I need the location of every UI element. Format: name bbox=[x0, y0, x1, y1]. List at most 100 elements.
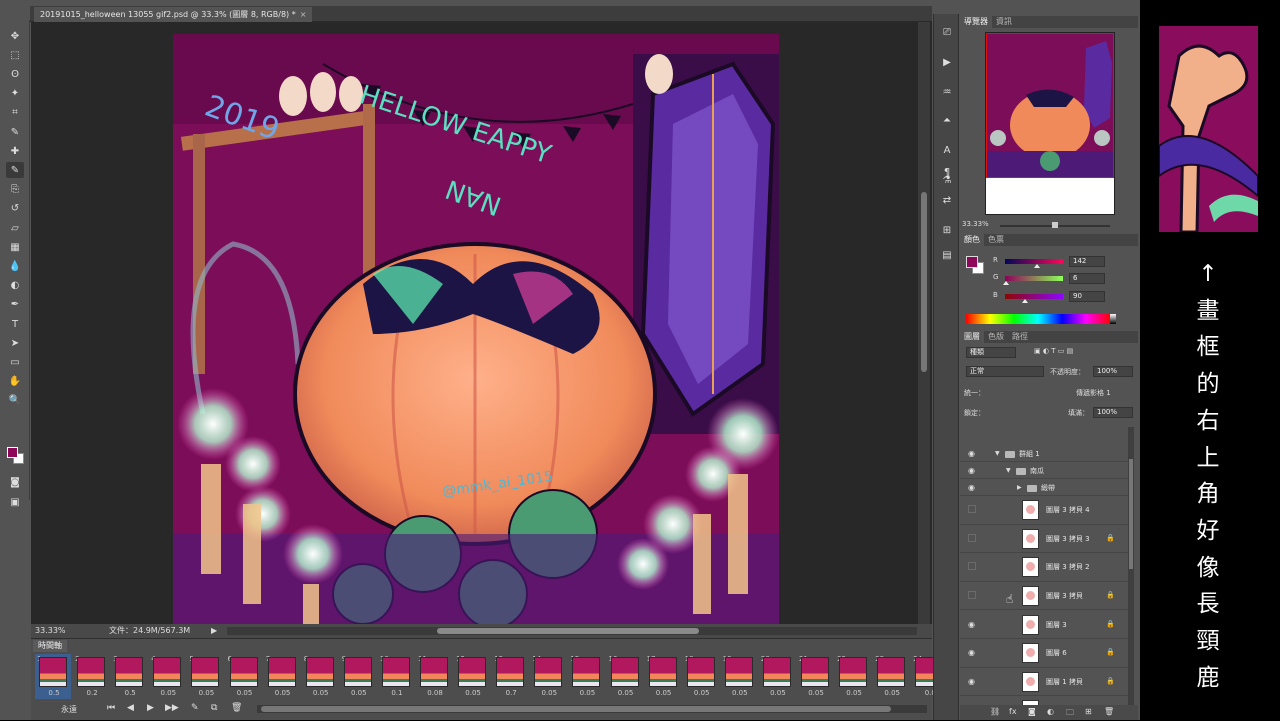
blue-slider[interactable]: B 90 bbox=[993, 291, 1133, 303]
frame-delay[interactable]: 0.05 bbox=[761, 689, 795, 697]
zoom-level[interactable]: 33.33% bbox=[35, 624, 66, 638]
layer-row[interactable]: 圖層 3 拷貝 🔒 bbox=[960, 582, 1132, 611]
spot-heal-icon[interactable]: ✚ bbox=[6, 143, 24, 159]
tab-info[interactable]: 資訊 bbox=[992, 16, 1016, 28]
stamp-icon[interactable]: ⎘ bbox=[6, 182, 24, 198]
fill-input[interactable]: 100% bbox=[1093, 407, 1133, 418]
layer-row[interactable]: 圖層 3 拷貝 2 bbox=[960, 553, 1132, 582]
frame-delay[interactable]: 0.05 bbox=[532, 689, 566, 697]
brush-presets-icon[interactable]: ⇄ bbox=[939, 194, 955, 208]
frame-delay[interactable]: 0.05 bbox=[304, 689, 338, 697]
animation-frame[interactable]: 130.7 bbox=[492, 654, 528, 699]
visibility-eye-icon[interactable]: ◉ bbox=[968, 620, 975, 629]
delete-frame-icon[interactable]: 🗑 bbox=[231, 703, 242, 713]
blend-mode-select[interactable]: 正常 bbox=[966, 366, 1044, 377]
tab-layers[interactable]: 圖層 bbox=[960, 331, 984, 343]
dodge-icon[interactable]: ◐ bbox=[6, 278, 24, 294]
frame-delay[interactable]: 0.05 bbox=[609, 689, 643, 697]
scroll-thumb[interactable] bbox=[437, 628, 699, 634]
add-mask-icon[interactable]: ◙ bbox=[1028, 707, 1036, 716]
frame-delay[interactable]: 0.5 bbox=[37, 689, 71, 697]
frame-delay[interactable]: 0.1 bbox=[380, 689, 414, 697]
visibility-toggle[interactable] bbox=[968, 533, 976, 542]
animation-frame[interactable]: 170.05 bbox=[645, 654, 681, 699]
layer-name[interactable]: 圖層 3 bbox=[1046, 620, 1067, 630]
animation-frame[interactable]: 210.05 bbox=[797, 654, 833, 699]
blue-value[interactable]: 90 bbox=[1069, 291, 1105, 302]
frame-delay[interactable]: 0.08 bbox=[418, 689, 452, 697]
visibility-toggle[interactable] bbox=[968, 505, 976, 514]
layer-name[interactable]: 緞帶 bbox=[1041, 483, 1055, 493]
visibility-toggle[interactable] bbox=[968, 562, 976, 571]
layer-row[interactable]: ◉ 圖層 3 🔒 bbox=[960, 610, 1132, 639]
foreground-color-swatch[interactable] bbox=[7, 447, 18, 458]
navigator-view-box[interactable] bbox=[986, 33, 1114, 178]
new-group-icon[interactable]: 🗀 bbox=[1066, 707, 1074, 721]
animation-frame[interactable]: 160.05 bbox=[607, 654, 643, 699]
blur-icon[interactable]: 💧 bbox=[6, 258, 24, 274]
navigator-zoom[interactable]: 33.33% bbox=[962, 220, 989, 228]
frame-delay[interactable]: 0.05 bbox=[685, 689, 719, 697]
green-knob[interactable] bbox=[1003, 281, 1010, 285]
visibility-eye-icon[interactable]: ◉ bbox=[968, 466, 975, 475]
animation-frame[interactable]: 50.05 bbox=[187, 654, 223, 699]
duplicate-frame-icon[interactable]: ⧉ bbox=[211, 703, 217, 713]
animation-frame[interactable]: 180.05 bbox=[683, 654, 719, 699]
layer-row[interactable]: ◉ 圖層 1 拷貝 🔒 bbox=[960, 668, 1132, 697]
levels-icon[interactable]: ⏶ bbox=[939, 114, 955, 128]
layer-name[interactable]: 圖層 3 拷貝 bbox=[1046, 591, 1083, 601]
frame-delay[interactable]: 0.05 bbox=[647, 689, 681, 697]
canvas-area[interactable]: HELLOW EAPPY NAN 2019 @mmk_ai_1015 bbox=[31, 22, 932, 624]
layer-group-row[interactable]: ◉ ▼ 南瓜 bbox=[960, 462, 1132, 479]
animation-frame[interactable]: 230.05 bbox=[873, 654, 909, 699]
animation-frame[interactable]: 190.05 bbox=[721, 654, 757, 699]
layer-group-row[interactable]: ◉ ▼ 群組 1 bbox=[960, 445, 1132, 462]
animation-frame[interactable]: 30.5 bbox=[111, 654, 147, 699]
frame-delay[interactable]: 0.05 bbox=[837, 689, 871, 697]
adjust-icon[interactable]: ♒ bbox=[939, 86, 955, 100]
layer-comps-icon[interactable]: ▤ bbox=[939, 249, 955, 263]
layer-name[interactable]: 圖層 3 拷貝 3 bbox=[1046, 534, 1090, 544]
frame-delay[interactable]: 0.05 bbox=[266, 689, 300, 697]
animation-frame[interactable]: 60.05 bbox=[226, 654, 262, 699]
visibility-eye-icon[interactable]: ◉ bbox=[968, 449, 975, 458]
layer-filter-select[interactable]: 種類 bbox=[966, 347, 1016, 358]
history-panel-icon[interactable]: ⎚ bbox=[939, 26, 955, 40]
gradient-icon[interactable]: ▦ bbox=[6, 239, 24, 255]
opacity-input[interactable]: 100% bbox=[1093, 366, 1133, 377]
layer-name[interactable]: 圖層 1 拷貝 bbox=[1046, 677, 1083, 687]
animation-frame[interactable]: 200.05 bbox=[759, 654, 795, 699]
layer-row[interactable]: 圖層 3 拷貝 4 bbox=[960, 496, 1132, 525]
canvas-vertical-scrollbar[interactable] bbox=[918, 22, 930, 624]
character-icon[interactable]: A bbox=[939, 144, 955, 158]
animation-frame[interactable]: 150.05 bbox=[568, 654, 604, 699]
animation-frame[interactable]: 70.05 bbox=[264, 654, 300, 699]
next-frame-icon[interactable]: ▶▶ bbox=[165, 703, 179, 713]
shape-icon[interactable]: ▭ bbox=[6, 354, 24, 370]
animation-frame[interactable]: 140.05 bbox=[530, 654, 566, 699]
frame-delay[interactable]: 0.5 bbox=[113, 689, 147, 697]
screen-mode-icon[interactable]: ▣ bbox=[6, 494, 24, 510]
tab-timeline[interactable]: 時間軸 bbox=[33, 640, 67, 652]
document-tab[interactable]: 20191015_helloween 13055 gif2.psd @ 33.3… bbox=[34, 7, 313, 22]
hand-icon[interactable]: ✋ bbox=[6, 374, 24, 390]
adjustment-layer-icon[interactable]: ◐ bbox=[1047, 707, 1054, 716]
link-layers-icon[interactable]: ⛓ bbox=[990, 707, 1000, 716]
visibility-eye-icon[interactable]: ◉ bbox=[968, 483, 975, 492]
bw-ramp[interactable] bbox=[1110, 314, 1116, 324]
animation-frame[interactable]: 40.05 bbox=[149, 654, 185, 699]
navigator-preview[interactable] bbox=[985, 32, 1115, 215]
tab-swatches[interactable]: 色票 bbox=[984, 234, 1008, 246]
history-brush-icon[interactable]: ↺ bbox=[6, 201, 24, 217]
move-icon[interactable]: ✥ bbox=[6, 28, 24, 44]
collapse-triangle-icon[interactable]: ▶ bbox=[1017, 484, 1022, 491]
close-tab-icon[interactable]: × bbox=[300, 10, 307, 19]
slider-knob[interactable] bbox=[1052, 222, 1058, 228]
type-icon[interactable]: T bbox=[6, 316, 24, 332]
crop-icon[interactable]: ⌗ bbox=[6, 105, 24, 121]
visibility-toggle[interactable] bbox=[968, 591, 976, 600]
frame-delay[interactable]: 0.2 bbox=[75, 689, 109, 697]
tab-navigator[interactable]: 導覽器 bbox=[960, 16, 992, 28]
animation-frame[interactable]: 80.05 bbox=[302, 654, 338, 699]
frame-delay[interactable]: 0.05 bbox=[456, 689, 490, 697]
